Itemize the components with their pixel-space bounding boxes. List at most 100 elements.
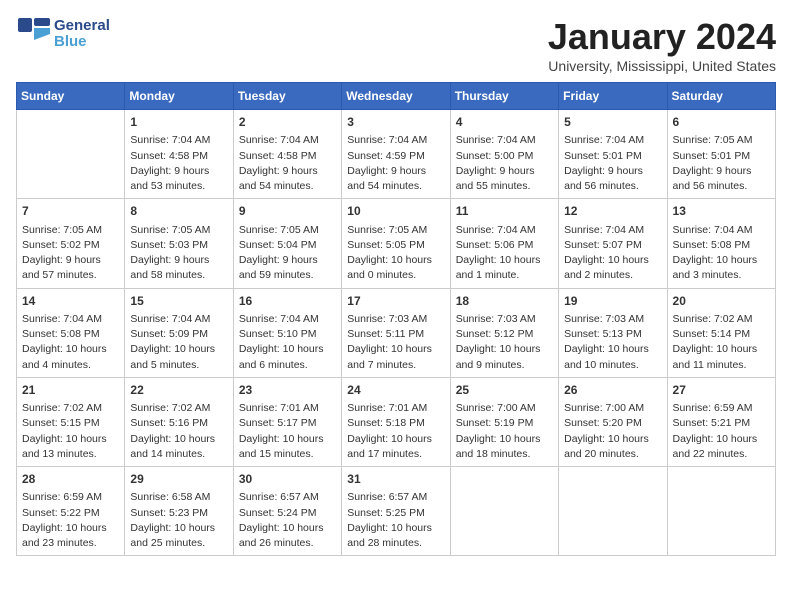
header-friday: Friday <box>559 83 667 110</box>
day-number: 6 <box>673 114 770 131</box>
weekday-header-row: Sunday Monday Tuesday Wednesday Thursday… <box>17 83 776 110</box>
day-info: Sunrise: 7:04 AMSunset: 4:59 PMDaylight:… <box>347 133 444 194</box>
calendar-title-area: January 2024 University, Mississippi, Un… <box>548 16 776 74</box>
table-row: 26 Sunrise: 7:00 AMSunset: 5:20 PMDayligh… <box>559 377 667 466</box>
day-info: Sunrise: 7:04 AMSunset: 5:08 PMDaylight:… <box>673 223 770 284</box>
header-monday: Monday <box>125 83 233 110</box>
day-info: Sunrise: 7:05 AMSunset: 5:05 PMDaylight:… <box>347 223 444 284</box>
table-row: 11 Sunrise: 7:04 AMSunset: 5:06 PMDayligh… <box>450 199 558 288</box>
table-row: 19 Sunrise: 7:03 AMSunset: 5:13 PMDayligh… <box>559 288 667 377</box>
calendar-subtitle: University, Mississippi, United States <box>548 58 776 74</box>
table-row: 23Sunrise: 7:01 AMSunset: 5:17 PMDayligh… <box>233 377 341 466</box>
header-thursday: Thursday <box>450 83 558 110</box>
day-info: Sunrise: 7:05 AMSunset: 5:01 PMDaylight:… <box>673 133 770 194</box>
day-number: 1 <box>130 114 227 131</box>
day-number: 27 <box>673 382 770 399</box>
calendar-title: January 2024 <box>548 16 776 58</box>
header-tuesday: Tuesday <box>233 83 341 110</box>
table-row: 15 Sunrise: 7:04 AMSunset: 5:09 PMDayligh… <box>125 288 233 377</box>
table-row: 10 Sunrise: 7:05 AMSunset: 5:05 PMDayligh… <box>342 199 450 288</box>
table-row: 13 Sunrise: 7:04 AMSunset: 5:08 PMDayligh… <box>667 199 775 288</box>
table-row: 17Sunrise: 7:03 AMSunset: 5:11 PMDayligh… <box>342 288 450 377</box>
day-number: 26 <box>564 382 661 399</box>
day-number: 5 <box>564 114 661 131</box>
calendar-week-row: 21 Sunrise: 7:02 AMSunset: 5:15 PMDayligh… <box>17 377 776 466</box>
logo: General Blue <box>16 16 110 52</box>
day-info: Sunrise: 7:04 AMSunset: 5:08 PMDaylight:… <box>22 312 119 373</box>
day-info: Sunrise: 6:59 AMSunset: 5:22 PMDaylight:… <box>22 490 119 551</box>
day-info: Sunrise: 7:02 AMSunset: 5:14 PMDaylight:… <box>673 312 770 373</box>
day-info: Sunrise: 6:58 AMSunset: 5:23 PMDaylight:… <box>130 490 227 551</box>
page-header: General Blue January 2024 University, Mi… <box>16 16 776 74</box>
day-number: 21 <box>22 382 119 399</box>
logo-line1: General <box>54 18 110 35</box>
day-number: 28 <box>22 471 119 488</box>
day-number: 12 <box>564 203 661 220</box>
day-info: Sunrise: 7:01 AMSunset: 5:17 PMDaylight:… <box>239 401 336 462</box>
day-number: 11 <box>456 203 553 220</box>
day-info: Sunrise: 7:03 AMSunset: 5:13 PMDaylight:… <box>564 312 661 373</box>
day-number: 14 <box>22 293 119 310</box>
day-number: 9 <box>239 203 336 220</box>
day-number: 8 <box>130 203 227 220</box>
header-sunday: Sunday <box>17 83 125 110</box>
day-number: 13 <box>673 203 770 220</box>
day-info: Sunrise: 7:02 AMSunset: 5:16 PMDaylight:… <box>130 401 227 462</box>
day-number: 4 <box>456 114 553 131</box>
day-info: Sunrise: 6:57 AMSunset: 5:25 PMDaylight:… <box>347 490 444 551</box>
day-info: Sunrise: 7:02 AMSunset: 5:15 PMDaylight:… <box>22 401 119 462</box>
table-row: 20 Sunrise: 7:02 AMSunset: 5:14 PMDayligh… <box>667 288 775 377</box>
day-info: Sunrise: 7:04 AMSunset: 5:10 PMDaylight:… <box>239 312 336 373</box>
day-number: 31 <box>347 471 444 488</box>
day-number: 10 <box>347 203 444 220</box>
table-row: 24Sunrise: 7:01 AMSunset: 5:18 PMDayligh… <box>342 377 450 466</box>
day-number: 24 <box>347 382 444 399</box>
calendar-week-row: 14 Sunrise: 7:04 AMSunset: 5:08 PMDayligh… <box>17 288 776 377</box>
table-row: 29 Sunrise: 6:58 AMSunset: 5:23 PMDayligh… <box>125 467 233 556</box>
day-info: Sunrise: 7:03 AMSunset: 5:11 PMDaylight:… <box>347 312 444 373</box>
table-row: 25 Sunrise: 7:00 AMSunset: 5:19 PMDayligh… <box>450 377 558 466</box>
logo-line2: Blue <box>54 34 110 51</box>
table-row: 31 Sunrise: 6:57 AMSunset: 5:25 PMDayligh… <box>342 467 450 556</box>
table-row: 7 Sunrise: 7:05 AMSunset: 5:02 PMDaylight… <box>17 199 125 288</box>
day-info: Sunrise: 7:04 AMSunset: 5:00 PMDaylight:… <box>456 133 553 194</box>
table-row <box>559 467 667 556</box>
table-row: 14 Sunrise: 7:04 AMSunset: 5:08 PMDayligh… <box>17 288 125 377</box>
table-row: 28 Sunrise: 6:59 AMSunset: 5:22 PMDayligh… <box>17 467 125 556</box>
calendar-week-row: 7 Sunrise: 7:05 AMSunset: 5:02 PMDaylight… <box>17 199 776 288</box>
day-number: 22 <box>130 382 227 399</box>
table-row: 30 Sunrise: 6:57 AMSunset: 5:24 PMDayligh… <box>233 467 341 556</box>
day-number: 3 <box>347 114 444 131</box>
table-row <box>667 467 775 556</box>
day-info: Sunrise: 7:00 AMSunset: 5:19 PMDaylight:… <box>456 401 553 462</box>
table-row: 6 Sunrise: 7:05 AMSunset: 5:01 PMDaylight… <box>667 110 775 199</box>
header-wednesday: Wednesday <box>342 83 450 110</box>
day-info: Sunrise: 6:57 AMSunset: 5:24 PMDaylight:… <box>239 490 336 551</box>
day-number: 29 <box>130 471 227 488</box>
day-info: Sunrise: 7:04 AMSunset: 4:58 PMDaylight:… <box>239 133 336 194</box>
table-row: 18Sunrise: 7:03 AMSunset: 5:12 PMDayligh… <box>450 288 558 377</box>
day-number: 18 <box>456 293 553 310</box>
table-row: 3 Sunrise: 7:04 AMSunset: 4:59 PMDaylight… <box>342 110 450 199</box>
day-info: Sunrise: 7:04 AMSunset: 5:07 PMDaylight:… <box>564 223 661 284</box>
table-row: 5Sunrise: 7:04 AMSunset: 5:01 PMDaylight… <box>559 110 667 199</box>
table-row: 16Sunrise: 7:04 AMSunset: 5:10 PMDayligh… <box>233 288 341 377</box>
table-row: 22 Sunrise: 7:02 AMSunset: 5:16 PMDayligh… <box>125 377 233 466</box>
day-number: 7 <box>22 203 119 220</box>
day-info: Sunrise: 7:04 AMSunset: 5:09 PMDaylight:… <box>130 312 227 373</box>
table-row: 27Sunrise: 6:59 AMSunset: 5:21 PMDayligh… <box>667 377 775 466</box>
table-row: 8Sunrise: 7:05 AMSunset: 5:03 PMDaylight… <box>125 199 233 288</box>
day-info: Sunrise: 7:04 AMSunset: 5:06 PMDaylight:… <box>456 223 553 284</box>
day-number: 19 <box>564 293 661 310</box>
header-saturday: Saturday <box>667 83 775 110</box>
table-row <box>450 467 558 556</box>
day-number: 15 <box>130 293 227 310</box>
day-info: Sunrise: 7:00 AMSunset: 5:20 PMDaylight:… <box>564 401 661 462</box>
table-row: 9Sunrise: 7:05 AMSunset: 5:04 PMDaylight… <box>233 199 341 288</box>
day-number: 25 <box>456 382 553 399</box>
day-info: Sunrise: 7:05 AMSunset: 5:02 PMDaylight:… <box>22 223 119 284</box>
day-number: 20 <box>673 293 770 310</box>
day-number: 30 <box>239 471 336 488</box>
table-row: 4 Sunrise: 7:04 AMSunset: 5:00 PMDaylight… <box>450 110 558 199</box>
day-number: 2 <box>239 114 336 131</box>
